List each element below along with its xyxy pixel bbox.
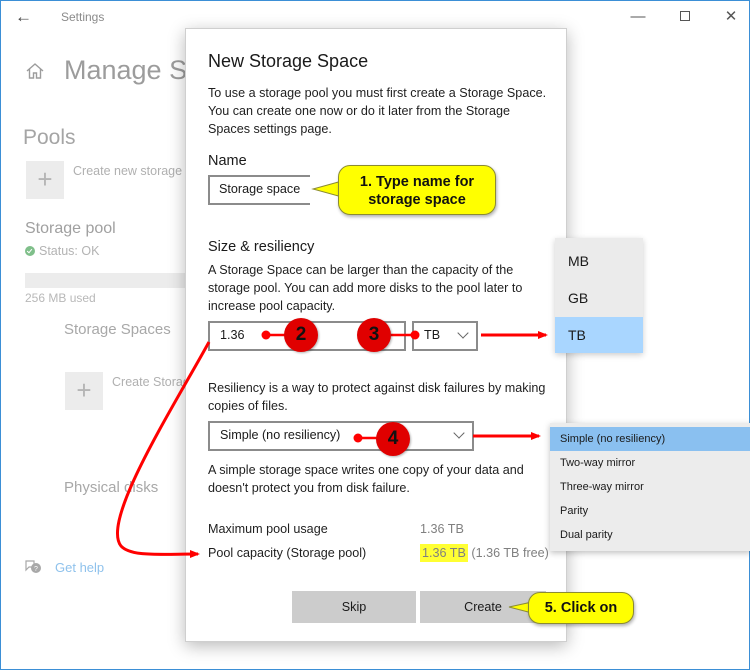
step-4-badge: 4: [376, 422, 410, 456]
unit-dropdown[interactable]: TB: [412, 321, 478, 351]
settings-window: ← Settings — ✕ Manage Storage Spaces Poo…: [0, 0, 750, 670]
home-icon[interactable]: [25, 61, 45, 81]
callout-step-5: 5. Click on: [528, 592, 634, 624]
maximize-button[interactable]: [671, 6, 699, 28]
resiliency-options-list: Simple (no resiliency) Two-way mirror Th…: [550, 423, 750, 551]
app-title: Settings: [61, 10, 105, 24]
status-ok-icon: [25, 246, 35, 256]
pool-usage-bar: [25, 273, 195, 288]
resiliency-option[interactable]: Parity: [550, 499, 750, 523]
unit-options-list: MB GB TB: [555, 238, 643, 353]
size-description: A Storage Space can be larger than the c…: [208, 263, 523, 313]
unit-option[interactable]: MB: [555, 243, 643, 279]
resiliency-option[interactable]: Dual parity: [550, 523, 750, 547]
pool-capacity-highlight: 1.36 TB: [420, 544, 468, 562]
create-pool-plus-icon[interactable]: +: [26, 161, 64, 199]
physical-disks-heading: Physical disks: [64, 479, 159, 496]
pool-capacity-label: Pool capacity (Storage pool): [208, 546, 367, 560]
pool-capacity-free: (1.36 TB free): [471, 546, 549, 560]
svg-text:?: ?: [34, 566, 38, 573]
pool-status-text: Status: OK: [39, 244, 100, 258]
unit-option[interactable]: GB: [555, 280, 643, 316]
maximize-icon: [680, 11, 690, 21]
dialog-title: New Storage Space: [208, 51, 369, 71]
minimize-button[interactable]: —: [624, 6, 652, 28]
unit-selected: TB: [424, 328, 441, 342]
max-usage-value: 1.36 TB: [420, 522, 464, 536]
get-help-link[interactable]: Get help: [55, 560, 104, 575]
pool-status: Status: OK: [25, 244, 99, 258]
resiliency-dropdown[interactable]: Simple (no resiliency): [208, 421, 474, 451]
resiliency-description: Resiliency is a way to protect against d…: [208, 381, 546, 413]
name-label: Name: [208, 153, 247, 169]
step-3-badge: 3: [357, 318, 391, 352]
pool-usage-label: 256 MB used: [25, 291, 96, 305]
back-arrow-icon[interactable]: ←: [15, 7, 35, 27]
max-usage-label: Maximum pool usage: [208, 522, 328, 536]
resiliency-selected: Simple (no resiliency): [220, 428, 341, 442]
name-input[interactable]: Storage space: [208, 175, 310, 205]
unit-option-selected[interactable]: TB: [555, 317, 643, 353]
create-space-plus-icon[interactable]: +: [65, 372, 103, 410]
chevron-down-icon: [457, 327, 469, 339]
pool-capacity-value: 1.36 TB (1.36 TB free): [420, 544, 549, 562]
pool-name[interactable]: Storage pool: [25, 220, 116, 238]
resiliency-option[interactable]: Three-way mirror: [550, 475, 750, 499]
callout-step-1: 1. Type name for storage space: [338, 165, 496, 215]
resiliency-option[interactable]: Two-way mirror: [550, 451, 750, 475]
resiliency-option-selected[interactable]: Simple (no resiliency): [550, 427, 750, 451]
size-resiliency-heading: Size & resiliency: [208, 239, 315, 255]
chevron-down-icon: [453, 427, 465, 439]
step-2-badge: 2: [284, 318, 318, 352]
simple-description: A simple storage space writes one copy o…: [208, 463, 524, 495]
pools-heading: Pools: [23, 126, 76, 149]
help-chat-icon: ?: [25, 560, 41, 573]
close-button[interactable]: ✕: [717, 6, 745, 28]
dialog-intro: To use a storage pool you must first cre…: [208, 86, 547, 136]
storage-spaces-heading: Storage Spaces: [64, 321, 171, 338]
skip-button[interactable]: Skip: [292, 591, 416, 623]
